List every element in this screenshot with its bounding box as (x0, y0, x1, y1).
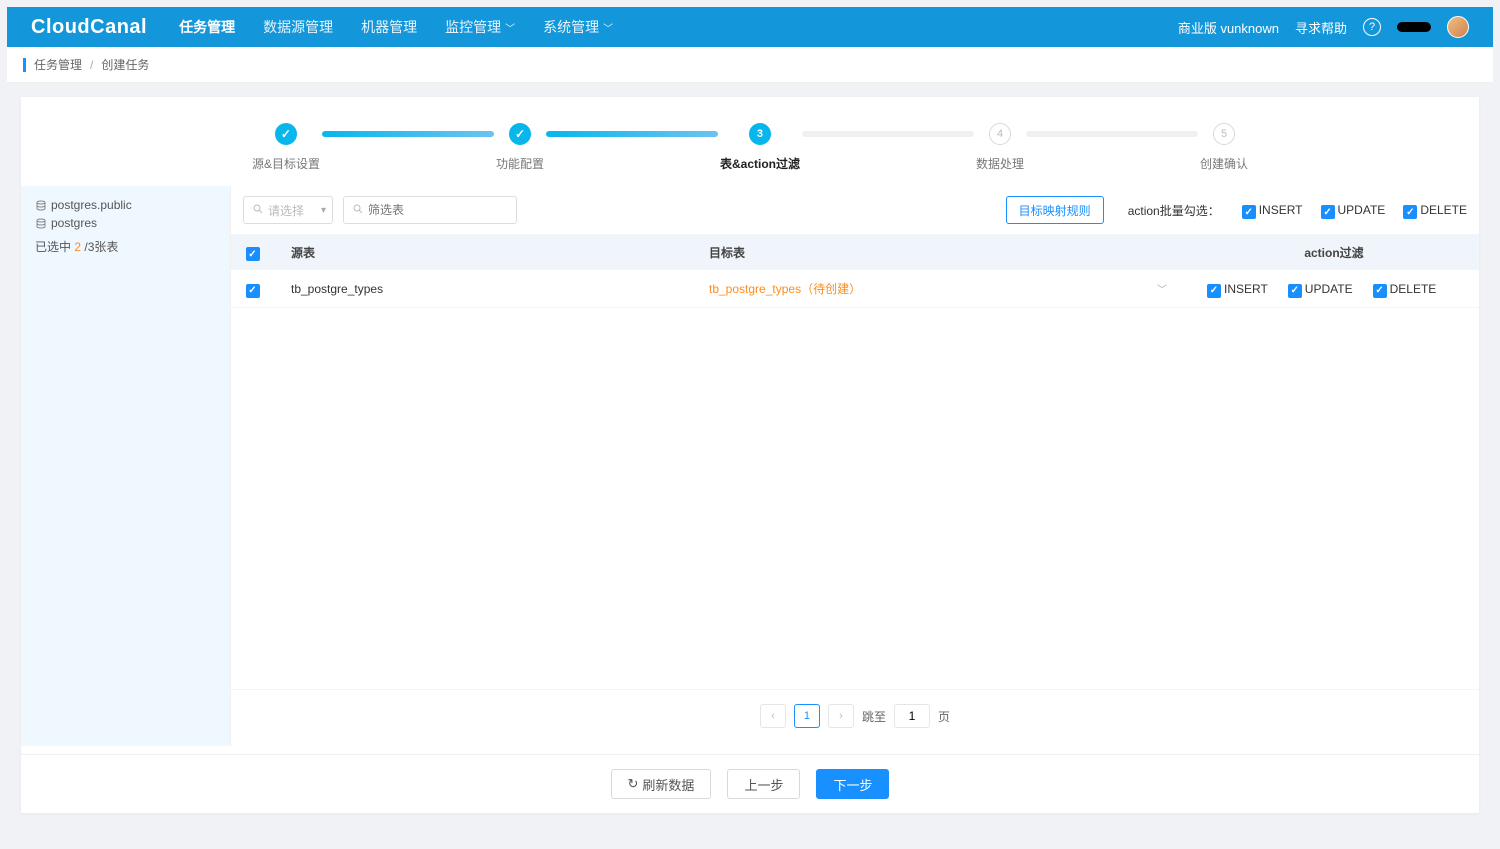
db-line-1[interactable]: postgres.public (35, 198, 216, 212)
select-all-checkbox[interactable] (246, 247, 260, 261)
filter-select-placeholder: 请选择 (268, 202, 304, 219)
toolbar: 请选择 ▾ 目标映射规则 action批量勾选： INSERT UPDATE D… (231, 186, 1479, 234)
jump-input[interactable] (894, 704, 930, 728)
step-1-icon (275, 123, 297, 145)
version-label: 商业版 vunknown (1178, 18, 1279, 37)
nav-right: 商业版 vunknown 寻求帮助 ? (1178, 7, 1469, 47)
table: 源表 目标表 action过滤 tb_postgre_types tb_post… (231, 234, 1479, 308)
step-5-icon: 5 (1213, 123, 1235, 145)
top-nav: CloudCanal 任务管理 数据源管理 机器管理 监控管理﹀ 系统管理﹀ 商… (7, 7, 1493, 47)
search-icon (352, 203, 364, 218)
chevron-down-icon: ﹀ (505, 20, 515, 35)
footer-bar: ↻ 刷新数据 上一步 下一步 (21, 754, 1479, 813)
avatar[interactable] (1447, 16, 1469, 38)
step-3-icon: 3 (749, 123, 771, 145)
logo: CloudCanal (31, 16, 147, 39)
main-card: 源&目标设置 功能配置 3 表&action过滤 4 数据处理 5 创建确认 post… (21, 97, 1479, 813)
checkbox-checked-icon (1403, 205, 1417, 219)
search-input[interactable] (368, 203, 523, 217)
step-4-icon: 4 (989, 123, 1011, 145)
breadcrumb-root[interactable]: 任务管理 (34, 56, 82, 73)
database-icon (35, 200, 45, 210)
bulk-update-checkbox[interactable]: UPDATE (1321, 203, 1386, 217)
checkbox-checked-icon (1242, 205, 1256, 219)
step-5-label: 创建确认 (1200, 155, 1248, 172)
refresh-button[interactable]: ↻ 刷新数据 (611, 769, 712, 799)
checkbox-checked-icon (1207, 284, 1221, 298)
checkbox-checked-icon (1373, 284, 1387, 298)
table-row: tb_postgre_types tb_postgre_types（待创建） ﹀… (231, 270, 1479, 308)
search-icon (252, 203, 264, 218)
nav-datasource[interactable]: 数据源管理 (263, 7, 333, 47)
database-icon (35, 218, 45, 228)
step-bar-4 (1026, 131, 1198, 137)
nav-task[interactable]: 任务管理 (179, 7, 235, 47)
page-suffix: 页 (938, 708, 950, 725)
breadcrumb: 任务管理 / 创建任务 (7, 47, 1493, 83)
table-header: 源表 目标表 action过滤 (231, 234, 1479, 270)
row-target-select[interactable]: tb_postgre_types（待创建） ﹀ (701, 280, 1189, 297)
checkbox-checked-icon (1288, 284, 1302, 298)
nav-machine[interactable]: 机器管理 (361, 7, 417, 47)
nav-system[interactable]: 系统管理﹀ (543, 7, 613, 47)
db-name-1: postgres.public (51, 198, 132, 212)
search-input-wrap[interactable] (343, 196, 517, 224)
mapping-rule-button[interactable]: 目标映射规则 (1006, 196, 1104, 224)
step-3-label: 表&action过滤 (720, 155, 800, 172)
help-icon[interactable]: ? (1363, 18, 1381, 36)
checkbox-checked-icon (1321, 205, 1335, 219)
jump-label: 跳至 (862, 708, 886, 725)
page-next-button[interactable]: › (828, 704, 854, 728)
step-1-label: 源&目标设置 (252, 155, 320, 172)
chevron-down-icon: ﹀ (603, 20, 613, 35)
page-prev-button[interactable]: ‹ (760, 704, 786, 728)
row-delete-checkbox[interactable]: DELETE (1373, 282, 1437, 296)
content-panel: 请选择 ▾ 目标映射规则 action批量勾选： INSERT UPDATE D… (231, 186, 1479, 746)
bulk-delete-checkbox[interactable]: DELETE (1403, 203, 1467, 217)
row-actions: INSERT UPDATE DELETE (1189, 282, 1479, 296)
filter-select[interactable]: 请选择 ▾ (243, 196, 333, 224)
row-update-checkbox[interactable]: UPDATE (1288, 282, 1353, 296)
breadcrumb-current: 创建任务 (101, 56, 149, 73)
db-line-2[interactable]: postgres (35, 216, 216, 230)
chevron-down-icon: ﹀ (1157, 281, 1167, 296)
pagination: ‹ 1 › 跳至 页 (231, 689, 1479, 746)
th-source: 源表 (277, 244, 701, 261)
th-action: action过滤 (1189, 244, 1479, 261)
db-name-2: postgres (51, 216, 97, 230)
step-bar-3 (802, 131, 974, 137)
prev-step-button[interactable]: 上一步 (727, 769, 800, 799)
nav-items: 任务管理 数据源管理 机器管理 监控管理﹀ 系统管理﹀ (179, 7, 613, 47)
bulk-insert-checkbox[interactable]: INSERT (1242, 203, 1303, 217)
side-panel: postgres.public postgres 已选中 2 /3张表 (21, 186, 231, 746)
nav-monitor[interactable]: 监控管理﹀ (445, 7, 515, 47)
step-bar-1 (322, 131, 494, 137)
breadcrumb-indicator (23, 58, 26, 72)
redaction-pill (1397, 22, 1431, 32)
selection-count: 已选中 2 /3张表 (35, 238, 216, 255)
bulk-action-label: action批量勾选： (1128, 202, 1220, 219)
row-checkbox[interactable] (246, 284, 260, 298)
row-insert-checkbox[interactable]: INSERT (1207, 282, 1268, 296)
row-source: tb_postgre_types (277, 282, 701, 296)
step-bar-2 (546, 131, 718, 137)
step-2-icon (509, 123, 531, 145)
refresh-icon: ↻ (628, 776, 639, 792)
next-step-button[interactable]: 下一步 (816, 769, 889, 799)
page-number[interactable]: 1 (794, 704, 820, 728)
th-target: 目标表 (701, 244, 1189, 261)
chevron-down-icon: ▾ (321, 205, 326, 216)
steps: 源&目标设置 功能配置 3 表&action过滤 4 数据处理 5 创建确认 (21, 97, 1479, 184)
help-link[interactable]: 寻求帮助 (1295, 18, 1347, 37)
step-4-label: 数据处理 (976, 155, 1024, 172)
step-2-label: 功能配置 (496, 155, 544, 172)
